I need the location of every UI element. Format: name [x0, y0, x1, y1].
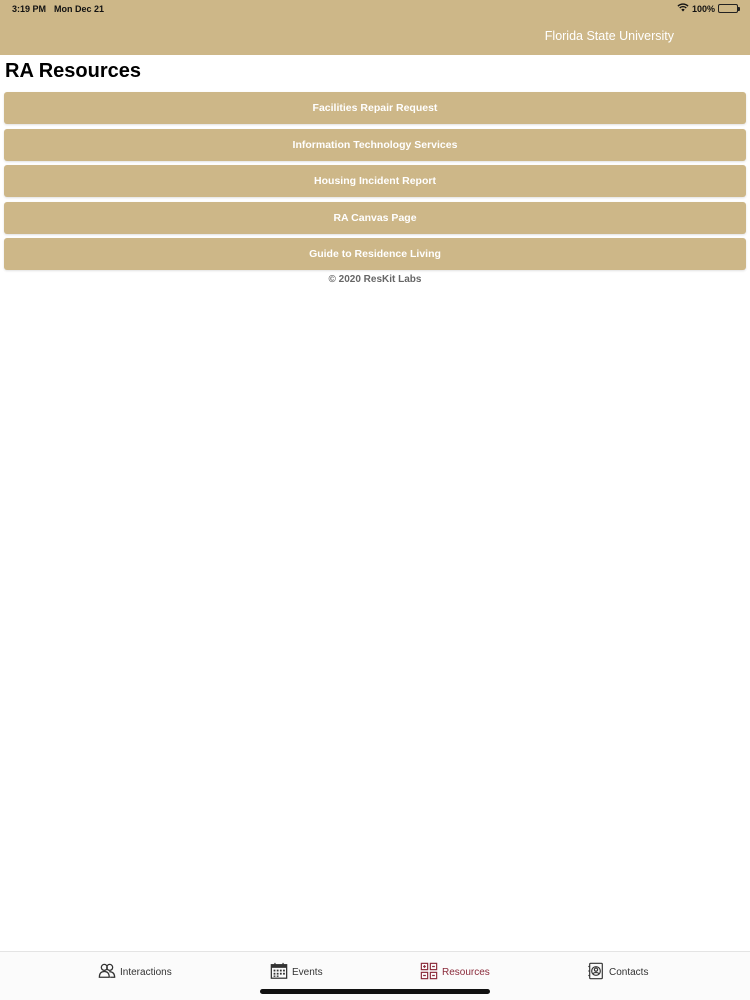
- nav-header: 3:19 PM Mon Dec 21 100% Florida State Un…: [0, 0, 750, 55]
- status-indicators: 100%: [677, 3, 740, 14]
- resource-button-list: Facilities Repair Request Information Te…: [4, 92, 746, 275]
- facilities-repair-button[interactable]: Facilities Repair Request: [4, 92, 746, 124]
- home-indicator: [260, 989, 490, 994]
- ra-canvas-button[interactable]: RA Canvas Page: [4, 201, 746, 234]
- tab-contacts[interactable]: Contacts: [587, 962, 648, 983]
- tab-label: Contacts: [609, 967, 649, 978]
- battery-icon: [718, 4, 740, 13]
- wifi-icon: [677, 3, 689, 14]
- tab-label: Events: [292, 967, 323, 978]
- contacts-icon: [587, 962, 605, 983]
- page-title: RA Resources: [5, 60, 141, 82]
- tab-label: Interactions: [120, 967, 172, 978]
- tab-interactions[interactable]: Interactions: [98, 962, 172, 983]
- housing-incident-button[interactable]: Housing Incident Report: [4, 165, 746, 198]
- status-time: 3:19 PM: [12, 4, 47, 14]
- people-icon: [98, 962, 116, 983]
- copyright-text: © 2020 ResKit Labs: [328, 274, 422, 285]
- it-services-button[interactable]: Information Technology Services: [4, 128, 746, 161]
- tab-resources[interactable]: Resources: [420, 962, 490, 983]
- status-date: Mon Dec 21: [54, 4, 105, 14]
- calendar-icon: [270, 962, 288, 983]
- residence-guide-button[interactable]: Guide to Residence Living: [4, 238, 746, 271]
- tab-label: Resources: [442, 967, 490, 978]
- resources-icon: [420, 962, 438, 983]
- header-title: Florida State University: [544, 29, 674, 43]
- tab-events[interactable]: Events: [270, 962, 323, 983]
- battery-percent: 100%: [691, 3, 715, 14]
